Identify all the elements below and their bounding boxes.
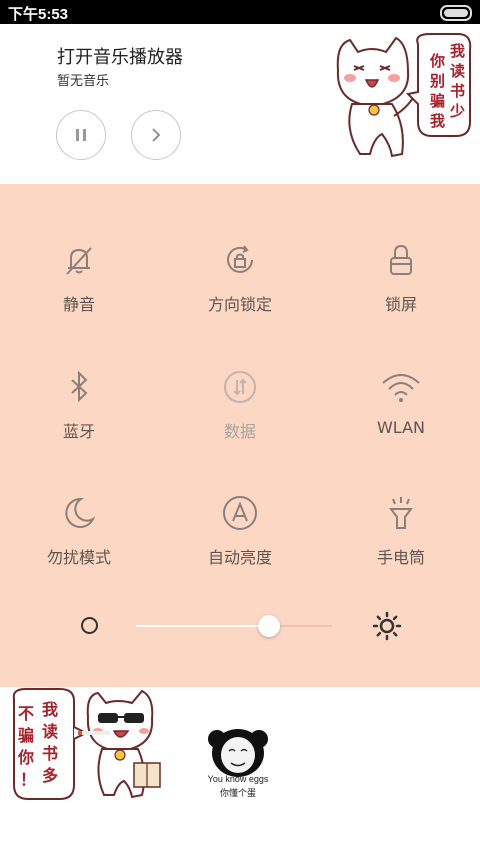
pause-icon bbox=[76, 129, 86, 141]
bluetooth-icon bbox=[71, 370, 88, 403]
tile-do-not-disturb[interactable]: 勿扰模式 bbox=[14, 495, 144, 568]
tile-flashlight-label: 手电筒 bbox=[376, 548, 425, 567]
svg-text:书: 书 bbox=[450, 82, 465, 100]
tile-auto-brightness[interactable]: 自动亮度 bbox=[175, 495, 305, 568]
tile-lock-screen[interactable]: 锁屏 bbox=[336, 242, 466, 315]
quick-settings-panel: 静音 方向锁定 锁屏 蓝牙 数据 WLAN 勿扰模式 自动亮度 手电筒 bbox=[0, 184, 480, 687]
bell-off-icon bbox=[66, 247, 92, 275]
svg-text:书: 书 bbox=[42, 744, 58, 763]
tile-rotation-lock[interactable]: 方向锁定 bbox=[175, 242, 305, 315]
chevron-right-icon bbox=[152, 128, 161, 142]
svg-text:我: 我 bbox=[450, 42, 465, 60]
brightness-slider-thumb[interactable] bbox=[258, 615, 281, 637]
svg-text:我: 我 bbox=[430, 112, 445, 130]
brightness-control bbox=[0, 609, 480, 643]
svg-text:读: 读 bbox=[450, 62, 465, 80]
music-title[interactable]: 打开音乐播放器 bbox=[57, 43, 183, 69]
flashlight-icon bbox=[389, 497, 413, 529]
tile-auto-brightness-label: 自动亮度 bbox=[207, 548, 272, 567]
svg-text:！: ！ bbox=[20, 770, 36, 789]
brightness-high-icon bbox=[372, 611, 402, 641]
svg-text:少: 少 bbox=[449, 102, 465, 120]
wifi-icon bbox=[382, 374, 420, 402]
svg-text:骗: 骗 bbox=[18, 726, 34, 745]
tile-wlan-label: WLAN bbox=[376, 418, 425, 437]
svg-text:你: 你 bbox=[17, 748, 34, 767]
svg-text:骗: 骗 bbox=[430, 92, 445, 110]
svg-text:多: 多 bbox=[42, 766, 58, 785]
tile-do-not-disturb-label: 勿扰模式 bbox=[46, 548, 111, 567]
status-bar: 下午5:53 bbox=[0, 0, 480, 24]
tile-rotation-lock-label: 方向锁定 bbox=[207, 295, 272, 314]
tile-mobile-data-label: 数据 bbox=[223, 422, 256, 441]
next-button[interactable] bbox=[131, 110, 181, 160]
tile-lock-screen-label: 锁屏 bbox=[384, 295, 417, 314]
music-widget: 打开音乐播放器 暂无音乐 你 别 骗 我 我 读 书 少 bbox=[0, 24, 480, 184]
tile-mobile-data[interactable]: 数据 bbox=[175, 369, 305, 442]
status-time: 下午5:53 bbox=[8, 6, 69, 23]
moon-icon bbox=[65, 497, 96, 528]
tile-bluetooth-label: 蓝牙 bbox=[62, 422, 95, 441]
cat-sunglasses-sticker-image: 不 骗 你 ！ 我 读 书 多 bbox=[12, 688, 161, 800]
tile-bluetooth[interactable]: 蓝牙 bbox=[14, 369, 144, 442]
brightness-low-icon bbox=[81, 617, 98, 634]
cat-sticker-image: 你 别 骗 我 我 读 书 少 bbox=[336, 33, 472, 158]
tile-mute[interactable]: 静音 bbox=[14, 242, 144, 315]
music-subtitle: 暂无音乐 bbox=[57, 74, 110, 89]
tile-wlan[interactable]: WLAN bbox=[336, 369, 466, 437]
cat-speech-col1: 你 bbox=[429, 52, 445, 70]
battery-icon bbox=[440, 5, 472, 21]
pause-button[interactable] bbox=[56, 110, 106, 160]
svg-text:读: 读 bbox=[42, 722, 58, 741]
lock-icon bbox=[390, 244, 412, 275]
svg-text:不: 不 bbox=[18, 704, 34, 723]
tile-mute-label: 静音 bbox=[62, 295, 95, 314]
panda-caption-chinese: 你懂个蛋 bbox=[219, 789, 256, 799]
svg-text:别: 别 bbox=[429, 72, 445, 90]
rotation-lock-icon bbox=[227, 245, 253, 273]
auto-brightness-icon bbox=[223, 496, 257, 530]
mobile-data-icon bbox=[224, 371, 256, 403]
sticker-area: 不 骗 你 ！ 我 读 书 多 You know eggs 你懂个蛋 bbox=[0, 687, 480, 853]
tile-flashlight[interactable]: 手电筒 bbox=[336, 495, 466, 568]
panda-caption-english: You know eggs bbox=[207, 774, 269, 784]
svg-text:我: 我 bbox=[42, 700, 58, 719]
